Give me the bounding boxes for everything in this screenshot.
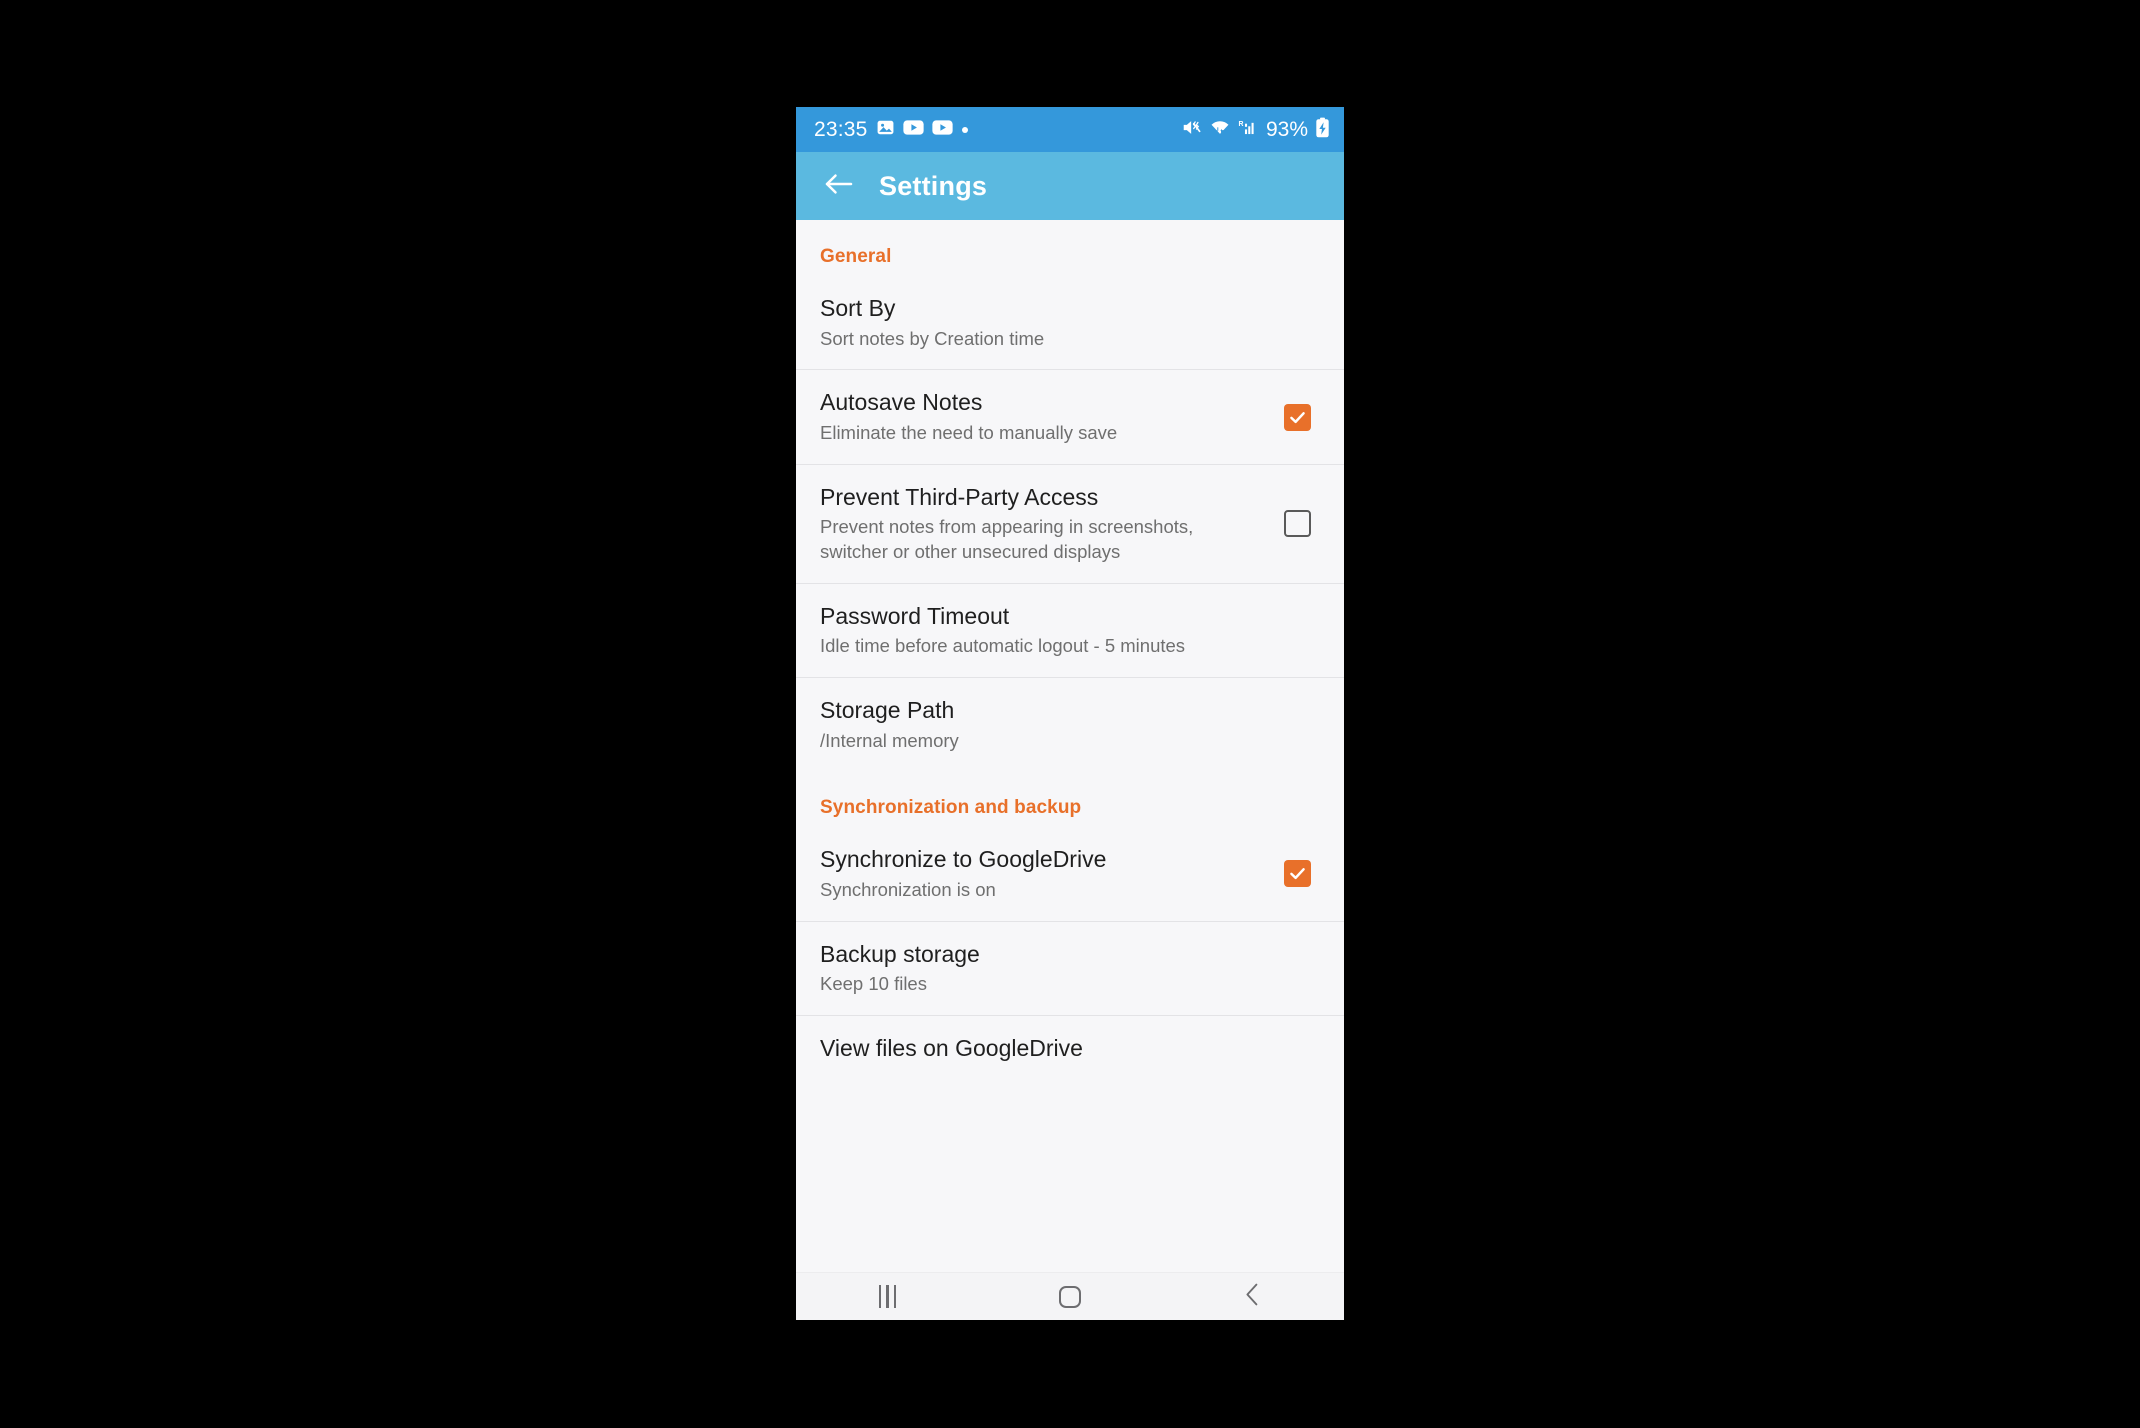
signal-roaming-icon: R: [1238, 118, 1258, 142]
svg-text:R: R: [1238, 120, 1243, 127]
back-nav-button[interactable]: [1209, 1273, 1297, 1321]
video-play-icon: [902, 119, 924, 140]
row-title: Synchronize to GoogleDrive: [820, 846, 1107, 873]
home-button[interactable]: [1026, 1273, 1114, 1321]
row-subtitle: Synchronization is on: [820, 879, 996, 901]
row-text: Autosave Notes Eliminate the need to man…: [820, 388, 1262, 445]
autosave-notes-checkbox[interactable]: [1274, 403, 1320, 431]
video-play-icon: [931, 119, 953, 140]
row-text: Synchronize to GoogleDrive Synchronizati…: [820, 845, 1262, 902]
row-title: Sort By: [820, 295, 896, 321]
row-subtitle: Eliminate the need to manually save: [820, 422, 1118, 444]
recents-button[interactable]: [843, 1273, 931, 1321]
row-sort-by[interactable]: Sort By Sort notes by Creation time: [796, 276, 1344, 370]
section-header-synchronization-and-backup: Synchronization and backup: [820, 797, 1082, 819]
row-text: Password Timeout Idle time before automa…: [820, 602, 1320, 659]
battery-charging-icon: [1315, 117, 1330, 143]
status-clock: 23:35: [814, 118, 868, 141]
row-subtitle: Prevent notes from appearing in screensh…: [820, 516, 1194, 563]
row-backup-storage[interactable]: Backup storage Keep 10 files: [796, 921, 1344, 1015]
row-storage-path[interactable]: Storage Path /Internal memory: [796, 677, 1344, 772]
row-title: View files on GoogleDrive: [820, 1035, 1083, 1061]
back-button[interactable]: [816, 163, 862, 209]
checkbox-checked-icon: [1283, 403, 1311, 431]
row-title: Autosave Notes: [820, 389, 983, 416]
status-bar-right: R 93%: [1181, 117, 1330, 143]
row-subtitle: Sort notes by Creation time: [820, 327, 1045, 349]
prevent-third-party-access-checkbox[interactable]: [1274, 510, 1320, 538]
dot-indicator-icon: [961, 121, 969, 139]
section-header-general: General: [820, 246, 892, 267]
recents-icon: [878, 1285, 896, 1308]
row-view-files-on-googledrive[interactable]: View files on GoogleDrive: [796, 1016, 1344, 1081]
row-subtitle: Idle time before automatic logout - 5 mi…: [820, 635, 1186, 657]
checkbox-checked-icon: [1283, 860, 1311, 888]
app-bar: Settings: [796, 152, 1344, 220]
row-title: Backup storage: [820, 940, 980, 967]
row-subtitle: /Internal memory: [820, 729, 959, 751]
mute-vibrate-icon: [1181, 118, 1202, 142]
row-title: Password Timeout: [820, 602, 1010, 629]
row-password-timeout[interactable]: Password Timeout Idle time before automa…: [796, 583, 1344, 677]
row-subtitle: Keep 10 files: [820, 973, 927, 995]
row-title: Storage Path: [820, 696, 955, 723]
row-text: Backup storage Keep 10 files: [820, 940, 1320, 997]
row-prevent-third-party-access[interactable]: Prevent Third-Party Access Prevent notes…: [796, 464, 1344, 583]
battery-percent-label: 93%: [1265, 118, 1308, 141]
synchronize-to-googledrive-checkbox[interactable]: [1274, 860, 1320, 888]
photo-icon: [876, 118, 895, 142]
row-title: Prevent Third-Party Access: [820, 483, 1099, 510]
page-title: Settings: [879, 170, 988, 201]
row-text: View files on GoogleDrive: [820, 1034, 1320, 1063]
status-bar: 23:35 R 93%: [796, 107, 1344, 152]
back-chevron-icon: [1244, 1282, 1261, 1312]
settings-list[interactable]: General Sort By Sort notes by Creation t…: [796, 220, 1344, 1272]
status-bar-left: 23:35: [814, 118, 969, 142]
row-text: Storage Path /Internal memory: [820, 696, 1320, 753]
checkbox-unchecked-icon: [1283, 510, 1311, 538]
row-autosave-notes[interactable]: Autosave Notes Eliminate the need to man…: [796, 370, 1344, 464]
row-synchronize-to-googledrive[interactable]: Synchronize to GoogleDrive Synchronizati…: [796, 827, 1344, 921]
home-icon: [1058, 1285, 1081, 1308]
arrow-left-icon: [824, 171, 854, 202]
navigation-bar: [796, 1272, 1344, 1320]
wifi-icon: [1209, 118, 1231, 142]
row-text: Sort By Sort notes by Creation time: [820, 294, 1320, 351]
row-text: Prevent Third-Party Access Prevent notes…: [820, 483, 1262, 565]
phone-screen: 23:35 R 93% Settings General Sort By Sor…: [796, 107, 1344, 1320]
